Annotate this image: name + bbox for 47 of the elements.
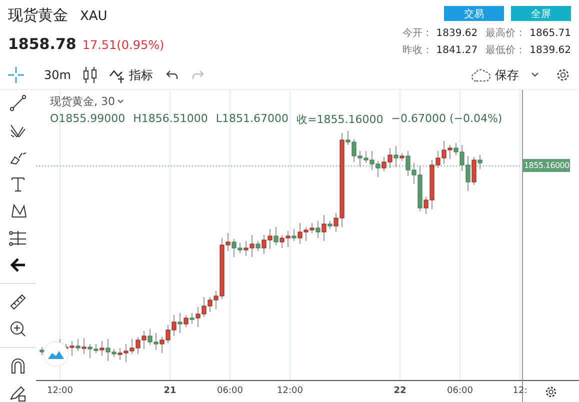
- magnet-icon[interactable]: [9, 357, 27, 375]
- pencil-lock-icon[interactable]: [9, 384, 27, 402]
- measure-tool-icon[interactable]: [9, 229, 27, 247]
- crosshair-icon[interactable]: [8, 67, 24, 84]
- stat-value: 1865.71: [530, 27, 571, 41]
- settings-icon[interactable]: [555, 67, 571, 84]
- indicators-button[interactable]: 指标: [108, 66, 153, 84]
- time-label: 06:00: [446, 386, 474, 396]
- time-label: 12:00: [46, 386, 74, 396]
- last-price: 1858.78: [8, 35, 76, 53]
- stat-label: 今开：: [402, 27, 432, 41]
- time-label: 22: [392, 386, 408, 396]
- stat-label: 昨收：: [402, 44, 432, 58]
- text-tool-icon[interactable]: [9, 175, 27, 193]
- instrument-symbol: XAU: [80, 9, 108, 24]
- caret-icon[interactable]: [531, 72, 539, 78]
- price-change: 17.51(0.95%): [82, 38, 164, 52]
- close-value: 收=1855.16000: [296, 112, 384, 127]
- logo-icon[interactable]: [44, 342, 68, 366]
- cloud-icon[interactable]: [471, 68, 491, 82]
- back-arrow-icon[interactable]: [9, 256, 27, 274]
- stat-value: 1839.62: [530, 44, 571, 58]
- pattern-tool-icon[interactable]: [9, 202, 27, 220]
- legend-title[interactable]: 现货黄金, 30: [50, 94, 124, 109]
- line-tool-icon[interactable]: [9, 94, 27, 112]
- instrument-name: 现货黄金: [8, 6, 68, 25]
- time-label: 12:00: [276, 386, 304, 396]
- time-label: 06:00: [216, 386, 244, 396]
- high-value: H1856.51000: [133, 112, 208, 127]
- low-value: L1851.67000: [216, 112, 289, 127]
- undo-icon[interactable]: [164, 69, 179, 82]
- save-button[interactable]: 保存: [495, 66, 519, 84]
- time-label: 12:: [512, 386, 528, 396]
- stat-value: 1841.27: [436, 44, 478, 58]
- zoom-in-icon[interactable]: [9, 320, 27, 338]
- candles-icon[interactable]: [82, 67, 97, 84]
- interval-button[interactable]: 30m: [44, 68, 71, 82]
- stat-label: 最低价：: [486, 44, 526, 58]
- stat-label: 最高价：: [486, 26, 526, 41]
- change-value: −0.67000 (−0.04%): [391, 112, 502, 127]
- stat-value: 1839.62: [436, 27, 478, 41]
- ruler-icon[interactable]: [9, 293, 27, 311]
- current-price-label: 1855.16000: [523, 159, 570, 172]
- caret-icon[interactable]: [117, 99, 124, 104]
- time-label: 21: [162, 386, 178, 396]
- open-value: O1855.99000: [50, 112, 126, 127]
- settings-icon[interactable]: [544, 384, 558, 398]
